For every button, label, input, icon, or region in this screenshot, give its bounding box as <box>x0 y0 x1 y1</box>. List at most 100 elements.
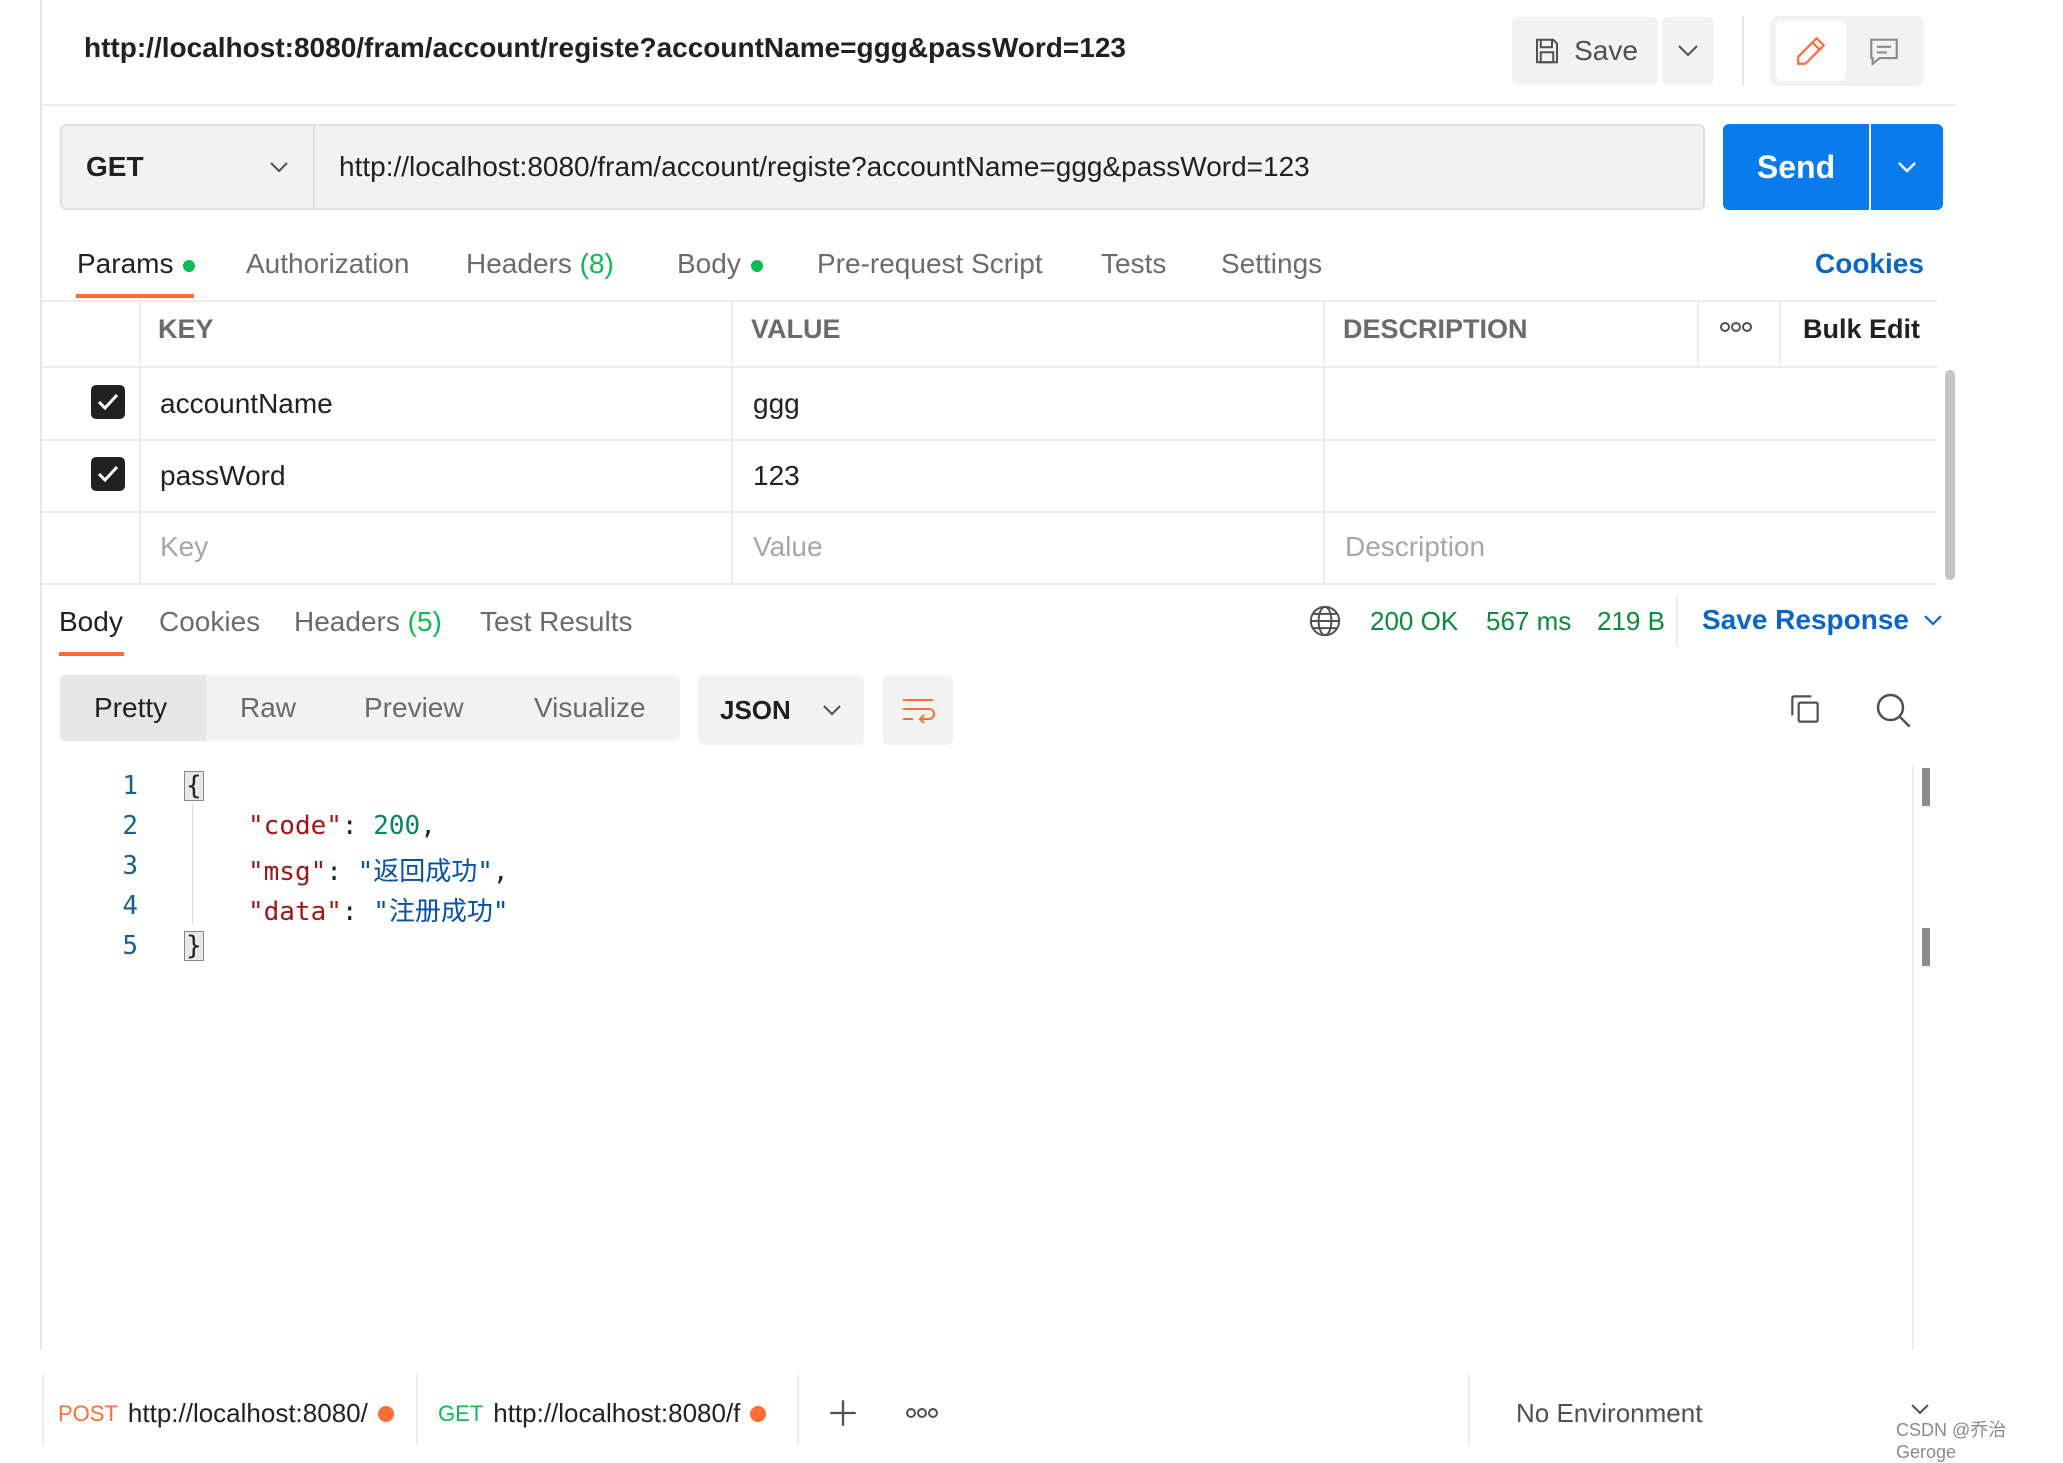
bottom-tab-separator <box>797 1374 799 1445</box>
wrap-lines-icon <box>903 699 935 724</box>
format-select[interactable]: JSON <box>698 675 864 745</box>
tab-headers[interactable]: Headers (8) <box>466 248 614 280</box>
comments-button[interactable] <box>1850 21 1918 81</box>
format-label: JSON <box>720 694 791 725</box>
table-header-border <box>42 366 1937 368</box>
json-key: "code" <box>248 811 342 841</box>
param-value-cell[interactable]: ggg <box>753 388 800 420</box>
url-input[interactable]: http://localhost:8080/fram/account/regis… <box>313 124 1705 210</box>
response-headers-count: (5) <box>407 606 442 637</box>
table-row-border <box>42 439 1937 441</box>
param-value-cell[interactable]: 123 <box>753 460 800 492</box>
globe-icon <box>1309 605 1341 637</box>
table-top-border <box>42 300 1937 302</box>
save-dropdown-button[interactable] <box>1662 17 1714 85</box>
table-col-divider <box>1779 300 1781 368</box>
json-value: 200 <box>373 811 421 841</box>
code-line[interactable]: "msg": "返回成功", <box>248 851 509 888</box>
response-tab-test-results[interactable]: Test Results <box>480 606 633 638</box>
line-number: 5 <box>122 931 138 961</box>
response-tab-cookies[interactable]: Cookies <box>159 606 260 638</box>
chevron-down-icon <box>1911 1404 1929 1415</box>
code-scroll-track <box>1912 766 1914 1350</box>
scroll-marker[interactable] <box>1922 768 1930 806</box>
environment-select[interactable]: No Environment <box>1516 1398 1702 1429</box>
tab-method-post: POST <box>58 1400 118 1426</box>
chevron-down-icon <box>1924 615 1942 626</box>
tab-tests[interactable]: Tests <box>1101 248 1166 280</box>
new-value-input[interactable]: Value <box>753 531 823 563</box>
table-bottom-border <box>42 583 1937 585</box>
param-key-cell[interactable]: accountName <box>160 388 333 420</box>
tab-body-label: Body <box>677 248 741 279</box>
network-info-button[interactable] <box>1308 604 1342 643</box>
pencil-icon <box>1797 36 1826 65</box>
copy-icon <box>1791 695 1819 723</box>
search-icon <box>1876 693 1911 728</box>
chevron-down-icon <box>270 162 288 173</box>
table-col-divider <box>731 300 733 585</box>
view-raw[interactable]: Raw <box>240 692 296 724</box>
copy-button[interactable] <box>1786 690 1824 733</box>
headers-count: (8) <box>579 248 614 279</box>
code-line[interactable]: "data": "注册成功" <box>248 891 509 928</box>
table-col-divider <box>1697 300 1699 368</box>
view-preview[interactable]: Preview <box>364 692 464 724</box>
column-header-description: DESCRIPTION <box>1343 314 1528 344</box>
tab-url: http://localhost:8080/ <box>127 1398 368 1428</box>
new-key-input[interactable]: Key <box>160 531 208 563</box>
tab-pre-request-script[interactable]: Pre-request Script <box>817 248 1043 280</box>
response-time[interactable]: 567 ms <box>1486 606 1571 637</box>
tab-method-get: GET <box>438 1400 484 1426</box>
new-tab-button[interactable] <box>826 1396 860 1435</box>
param-key-cell[interactable]: passWord <box>160 460 286 492</box>
status-code[interactable]: 200 OK <box>1370 606 1458 637</box>
send-dropdown-button[interactable] <box>1871 124 1943 210</box>
method-select[interactable]: GET <box>60 124 313 210</box>
plus-icon <box>830 1400 856 1426</box>
environment-separator <box>1468 1374 1470 1445</box>
search-button[interactable] <box>1873 690 1913 735</box>
tab-params[interactable]: Params <box>77 248 196 280</box>
save-button[interactable]: Save <box>1512 17 1658 85</box>
chevron-down-icon <box>1898 162 1916 173</box>
tab-settings[interactable]: Settings <box>1221 248 1322 280</box>
request-title[interactable]: http://localhost:8080/fram/account/regis… <box>84 32 1126 64</box>
more-tabs-button[interactable] <box>904 1398 940 1433</box>
cookies-link[interactable]: Cookies <box>1815 248 1924 280</box>
open-tab-post[interactable]: POST http://localhost:8080/ <box>58 1398 394 1429</box>
edit-mode-button[interactable] <box>1776 21 1846 81</box>
param-checkbox[interactable] <box>91 457 125 491</box>
response-tab-body[interactable]: Body <box>59 606 123 638</box>
json-key: "msg" <box>248 857 327 887</box>
open-tab-get[interactable]: GET http://localhost:8080/f <box>438 1398 767 1429</box>
json-comma: , <box>492 857 509 887</box>
save-response-button[interactable]: Save Response <box>1702 604 1943 636</box>
tab-authorization[interactable]: Authorization <box>246 248 409 280</box>
response-size[interactable]: 219 B <box>1597 606 1665 637</box>
send-button[interactable]: Send <box>1723 124 1869 210</box>
scroll-marker[interactable] <box>1922 928 1930 966</box>
column-options-button[interactable] <box>1718 312 1754 347</box>
view-visualize[interactable]: Visualize <box>534 692 646 724</box>
line-number: 1 <box>122 771 138 801</box>
params-indicator-dot <box>183 259 196 272</box>
params-scrollbar[interactable] <box>1945 370 1955 580</box>
save-icon <box>1536 38 1559 64</box>
save-label: Save <box>1574 35 1638 66</box>
response-tab-headers[interactable]: Headers (5) <box>294 606 442 638</box>
bottom-tab-separator <box>416 1374 418 1445</box>
tab-body[interactable]: Body <box>677 248 763 280</box>
watermark: CSDN @乔治Geroge <box>1896 1420 2007 1462</box>
bulk-edit-button[interactable]: Bulk Edit <box>1803 314 1920 345</box>
response-headers-label: Headers <box>294 606 400 637</box>
wrap-lines-button[interactable] <box>883 675 953 745</box>
param-checkbox[interactable] <box>91 385 125 419</box>
chevron-down-icon <box>1678 45 1698 57</box>
new-description-input[interactable]: Description <box>1345 531 1485 563</box>
code-line[interactable]: "code": 200, <box>248 811 436 841</box>
code-line[interactable]: { <box>184 771 204 801</box>
view-pretty[interactable]: Pretty <box>94 692 167 724</box>
code-line[interactable]: } <box>184 931 204 961</box>
line-number: 3 <box>122 851 138 881</box>
